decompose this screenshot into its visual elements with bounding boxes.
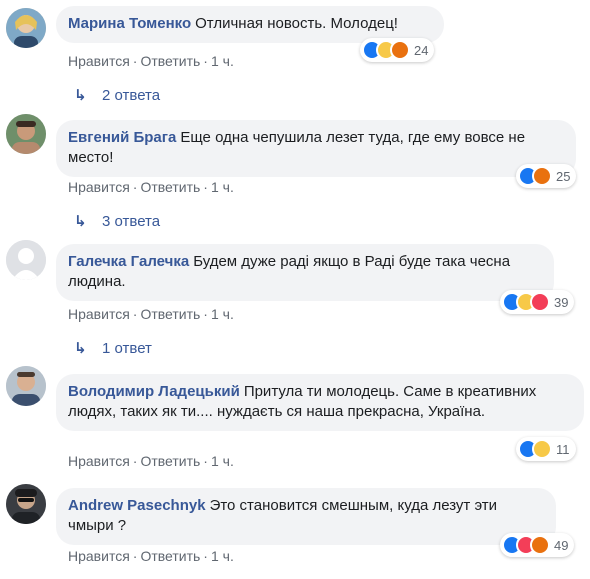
avatar[interactable] xyxy=(6,114,46,154)
reply-link[interactable]: Ответить xyxy=(140,53,200,69)
reactions-summary[interactable]: 24 xyxy=(360,38,435,62)
avatar[interactable] xyxy=(6,484,46,524)
comment-actions: Нравится · Ответить · 1 ч. xyxy=(68,179,234,195)
comment-bubble: Andrew Pasechnyk Это становится смешным, … xyxy=(56,488,556,545)
avatar-photo xyxy=(6,366,46,406)
angry-reaction-icon xyxy=(532,166,552,186)
angry-reaction-icon xyxy=(390,40,410,60)
default-avatar-icon xyxy=(6,240,46,280)
comment-actions: Нравится · Ответить · 1 ч. xyxy=(68,53,234,69)
like-link[interactable]: Нравится xyxy=(68,306,130,322)
reaction-count: 25 xyxy=(556,168,571,184)
avatar[interactable] xyxy=(6,8,46,48)
replies-count: 3 ответа xyxy=(102,213,161,230)
comment-author[interactable]: Володимир Ладецький xyxy=(68,383,240,400)
comment-text: Отличная новость. Молодец! xyxy=(195,15,398,32)
reply-link[interactable]: Ответить xyxy=(140,306,200,322)
comment-actions: Нравится · Ответить · 1 ч. xyxy=(68,453,234,469)
comment-bubble: Галечка Галечка Будем дуже раді якщо в Ра… xyxy=(56,244,554,301)
avatar-photo xyxy=(6,484,46,524)
replies-count: 1 ответ xyxy=(102,340,152,357)
view-replies-link[interactable]: ↳ 3 ответа xyxy=(74,212,160,232)
comment-bubble: Володимир Ладецький Притула ти молодець. … xyxy=(56,374,584,431)
reactions-summary[interactable]: 49 xyxy=(500,533,575,557)
reaction-count: 39 xyxy=(554,294,569,310)
timestamp[interactable]: 1 ч. xyxy=(211,453,234,469)
reactions-summary[interactable]: 11 xyxy=(516,437,576,461)
avatar-photo xyxy=(6,8,46,48)
avatar-photo xyxy=(6,114,46,154)
view-replies-link[interactable]: ↳ 2 ответа xyxy=(74,86,160,106)
reaction-count: 11 xyxy=(556,441,570,457)
timestamp[interactable]: 1 ч. xyxy=(211,53,234,69)
comment-bubble: Евгений Брага Еще одна чепушила лезет туд… xyxy=(56,120,576,177)
avatar[interactable] xyxy=(6,366,46,406)
reply-link[interactable]: Ответить xyxy=(140,548,200,564)
timestamp[interactable]: 1 ч. xyxy=(211,179,234,195)
reactions-summary[interactable]: 39 xyxy=(500,290,575,314)
comment-actions: Нравится · Ответить · 1 ч. xyxy=(68,548,234,564)
like-link[interactable]: Нравится xyxy=(68,453,130,469)
reply-link[interactable]: Ответить xyxy=(140,179,200,195)
reaction-count: 49 xyxy=(554,537,569,553)
replies-count: 2 ответа xyxy=(102,87,161,104)
reactions-summary[interactable]: 25 xyxy=(516,164,577,188)
timestamp[interactable]: 1 ч. xyxy=(211,548,234,564)
avatar[interactable] xyxy=(6,240,46,280)
comment-author[interactable]: Евгений Брага xyxy=(68,129,176,146)
comment-actions: Нравится · Ответить · 1 ч. xyxy=(68,306,234,322)
reply-arrow-icon: ↳ xyxy=(74,87,87,104)
angry-reaction-icon xyxy=(530,535,550,555)
comment-author[interactable]: Марина Томенко xyxy=(68,15,191,32)
like-link[interactable]: Нравится xyxy=(68,179,130,195)
comment-author[interactable]: Галечка Галечка xyxy=(68,253,189,270)
view-replies-link[interactable]: ↳ 1 ответ xyxy=(74,339,152,359)
reply-arrow-icon: ↳ xyxy=(74,340,87,357)
comment-author[interactable]: Andrew Pasechnyk xyxy=(68,497,206,514)
reply-arrow-icon: ↳ xyxy=(74,213,87,230)
haha-reaction-icon xyxy=(532,439,552,459)
love-reaction-icon xyxy=(530,292,550,312)
reply-link[interactable]: Ответить xyxy=(140,453,200,469)
timestamp[interactable]: 1 ч. xyxy=(211,306,234,322)
like-link[interactable]: Нравится xyxy=(68,53,130,69)
reaction-count: 24 xyxy=(414,42,429,58)
like-link[interactable]: Нравится xyxy=(68,548,130,564)
